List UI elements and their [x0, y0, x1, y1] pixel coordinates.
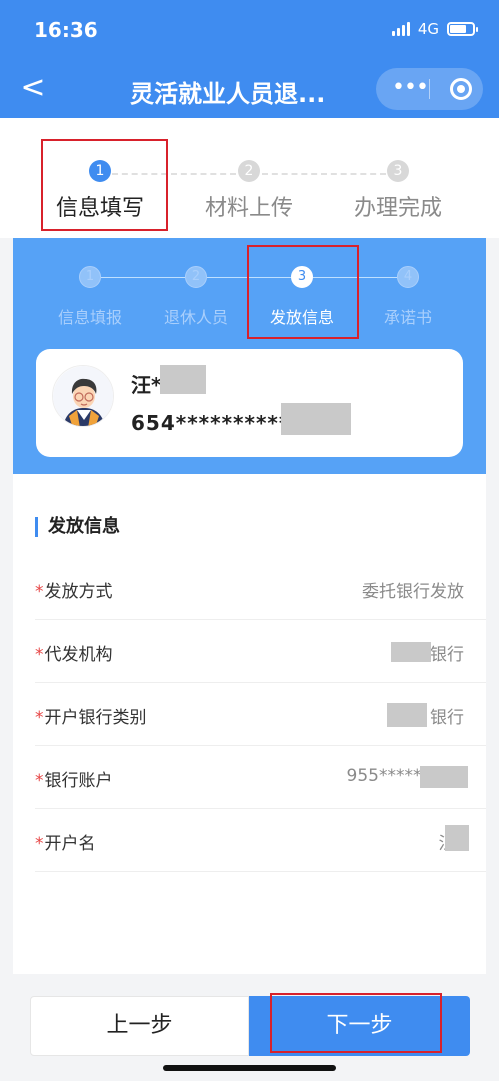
- field-label: *开户名: [35, 829, 96, 854]
- privacy-mask: [387, 703, 427, 727]
- target-icon[interactable]: [450, 78, 472, 100]
- step-number: 1: [79, 266, 101, 288]
- sub-step-2: 2 退休人员: [146, 266, 246, 328]
- step-number: 4: [397, 266, 419, 288]
- required-mark: *: [35, 708, 44, 728]
- top-step-2: 2 材料上传: [189, 160, 309, 222]
- progress-panel: 1 信息填报 2 退休人员 3 发放信息 4 承诺书 汪* 654*******…: [13, 238, 486, 474]
- avatar: [52, 365, 114, 427]
- required-mark: *: [35, 771, 44, 791]
- section-title: 发放信息: [35, 517, 120, 537]
- top-step-1: 1 信息填写: [40, 160, 160, 222]
- required-mark: *: [35, 645, 44, 665]
- field-row-account-name[interactable]: *开户名 汪*: [35, 809, 486, 872]
- required-mark: *: [35, 582, 44, 602]
- step-label: 信息填写: [55, 196, 144, 221]
- required-mark: *: [35, 834, 44, 854]
- field-row-payment-method[interactable]: *发放方式 委托银行发放: [35, 557, 486, 620]
- field-label-text: 开户银行类别: [44, 708, 147, 728]
- nav-bar: < 灵活就业人员退... •••: [0, 62, 499, 118]
- sub-step-3: 3 发放信息: [252, 266, 352, 328]
- field-value: 委托银行发放: [362, 582, 464, 602]
- field-label: *发放方式: [35, 577, 113, 602]
- signal-icon: [391, 22, 410, 36]
- network-label: 4G: [417, 20, 439, 38]
- privacy-mask: [391, 642, 431, 662]
- step-number: 2: [238, 160, 260, 182]
- footer-bar: 上一步 下一步: [0, 974, 499, 1081]
- field-label-text: 开户名: [44, 834, 96, 854]
- user-id-number: 654**********: [131, 411, 291, 435]
- user-card: 汪* 654**********: [36, 349, 463, 457]
- step-label: 发放信息: [269, 308, 334, 327]
- privacy-mask: [420, 766, 468, 788]
- privacy-mask: [445, 825, 469, 851]
- step-label: 承诺书: [383, 308, 432, 327]
- field-label-text: 发放方式: [44, 582, 113, 602]
- battery-icon: [447, 22, 478, 36]
- field-label-text: 银行账户: [44, 771, 113, 791]
- page-title: 灵活就业人员退...: [130, 80, 326, 108]
- mini-program-capsule: •••: [376, 68, 483, 110]
- step-label: 信息填报: [57, 308, 122, 327]
- back-button[interactable]: <: [18, 72, 48, 104]
- top-step-3: 3 办理完成: [338, 160, 458, 222]
- field-label: *银行账户: [35, 766, 113, 791]
- prev-step-button[interactable]: 上一步: [30, 996, 249, 1056]
- field-row-agency[interactable]: *代发机构 中国 银行: [35, 620, 486, 683]
- home-indicator: [163, 1065, 336, 1071]
- sub-step-4: 4 承诺书: [358, 266, 458, 328]
- step-number: 3: [291, 266, 313, 288]
- user-name: 汪*: [131, 373, 162, 397]
- field-label: *开户银行类别: [35, 703, 147, 728]
- top-stepper: 1 信息填写 2 材料上传 3 办理完成: [0, 118, 499, 238]
- avatar-illustration: [53, 366, 113, 426]
- status-time: 16:36: [34, 18, 98, 42]
- status-bar: 16:36 4G: [0, 0, 499, 62]
- step-number: 1: [89, 160, 111, 182]
- step-label: 办理完成: [353, 196, 442, 221]
- field-row-bank-type[interactable]: *开户银行类别 中国 银行: [35, 683, 486, 746]
- sub-step-1: 1 信息填报: [40, 266, 140, 328]
- field-label: *代发机构: [35, 640, 113, 665]
- field-label-text: 代发机构: [44, 645, 113, 665]
- more-dots-icon[interactable]: •••: [392, 76, 429, 100]
- capsule-divider: [429, 79, 430, 99]
- privacy-mask: [281, 403, 351, 435]
- next-step-button[interactable]: 下一步: [249, 996, 470, 1056]
- step-number: 3: [387, 160, 409, 182]
- step-label: 退休人员: [163, 308, 228, 327]
- step-label: 材料上传: [204, 196, 293, 221]
- status-indicators: 4G: [391, 20, 478, 38]
- payment-info-section: 发放信息 *发放方式 委托银行发放 *代发机构 中国 银行 *开户银行类别 中国…: [13, 474, 486, 974]
- privacy-mask: [160, 365, 206, 394]
- step-number: 2: [185, 266, 207, 288]
- field-row-bank-account[interactable]: *银行账户 955**********: [35, 746, 486, 809]
